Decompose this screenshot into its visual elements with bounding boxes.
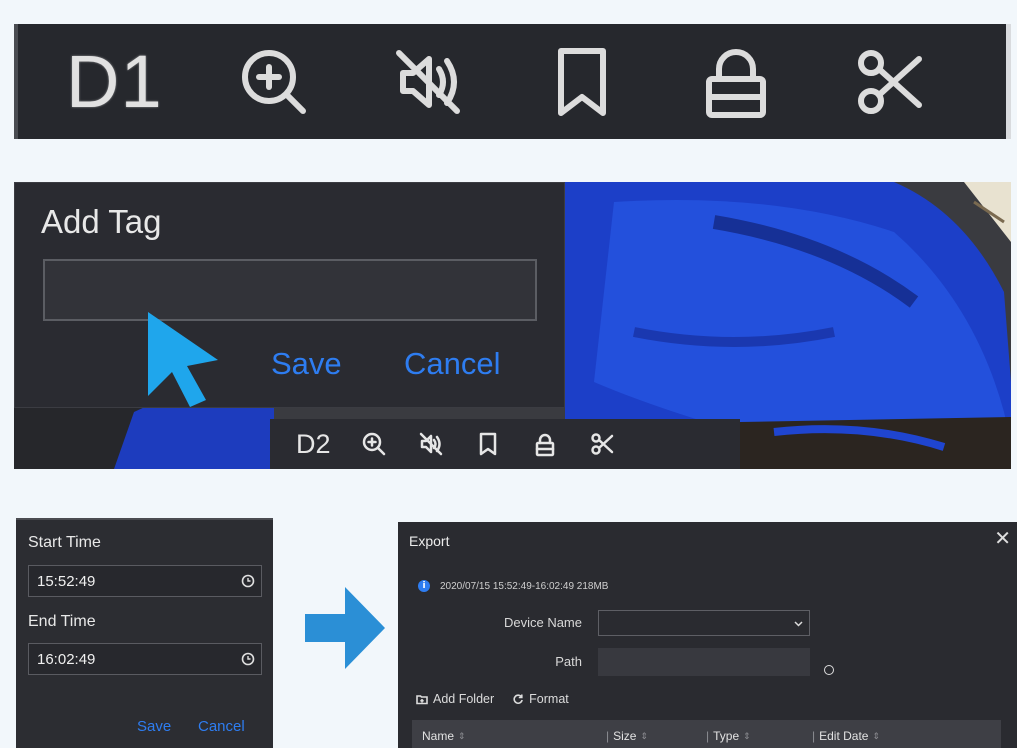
add-tag-panel: Add Tag Save Cancel D2: [14, 182, 1011, 469]
cancel-button[interactable]: Cancel: [198, 718, 245, 735]
column-header-size[interactable]: | Size ⇕: [606, 729, 648, 743]
audio-off-icon[interactable]: [385, 39, 471, 125]
start-time-label: Start Time: [28, 534, 101, 551]
add-folder-button[interactable]: Add Folder: [416, 692, 494, 706]
clock-icon[interactable]: [241, 574, 255, 588]
export-info-text: 2020/07/15 15:52:49-16:02:49 218MB: [440, 580, 609, 592]
pointer-cursor-icon: [148, 312, 218, 407]
playback-toolbar: D2: [270, 419, 740, 469]
tag-icon[interactable]: [474, 430, 502, 458]
tag-icon[interactable]: [539, 39, 625, 125]
audio-off-icon[interactable]: [417, 430, 445, 458]
tag-name-input[interactable]: [43, 259, 537, 321]
column-header-name[interactable]: Name ⇕: [422, 729, 466, 743]
column-header-type[interactable]: | Type ⇕: [706, 729, 751, 743]
end-time-label: End Time: [28, 613, 96, 630]
chevron-down-icon: [794, 621, 803, 627]
channel-label: D1: [66, 40, 163, 123]
save-button[interactable]: Save: [137, 718, 171, 735]
end-time-field[interactable]: 16:02:49: [28, 643, 262, 675]
format-label: Format: [529, 692, 569, 706]
time-range-panel: Start Time 15:52:49 End Time 16:02:49 Sa…: [16, 518, 273, 748]
zoom-in-icon[interactable]: [360, 430, 388, 458]
folder-add-icon: [416, 695, 428, 705]
refresh-icon: [513, 694, 524, 704]
add-tag-dialog: Add Tag Save Cancel: [14, 182, 565, 408]
clip-icon[interactable]: [588, 430, 616, 458]
folder-actions: Add Folder Format: [416, 692, 569, 706]
export-info: i 2020/07/15 15:52:49-16:02:49 218MB: [418, 580, 608, 592]
info-icon: i: [418, 580, 430, 592]
browse-radio-icon[interactable]: [824, 665, 834, 675]
lock-icon[interactable]: [531, 430, 559, 458]
device-name-select[interactable]: [598, 610, 810, 636]
start-time-field[interactable]: 15:52:49: [28, 565, 262, 597]
dialog-title: Add Tag: [41, 203, 162, 240]
file-table-header: Name ⇕ | Size ⇕ | Type ⇕ | Edit Date ⇕: [412, 720, 1001, 748]
clip-icon[interactable]: [847, 39, 933, 125]
add-folder-label: Add Folder: [433, 692, 495, 706]
right-arrow-icon: [305, 587, 385, 669]
end-time-value: 16:02:49: [37, 650, 96, 668]
path-input[interactable]: [598, 648, 810, 676]
zoom-in-icon[interactable]: [231, 39, 317, 125]
clock-icon[interactable]: [241, 652, 255, 666]
dialog-title: Export: [409, 533, 450, 549]
column-header-edit-date[interactable]: | Edit Date ⇕: [812, 729, 880, 743]
start-time-value: 15:52:49: [37, 572, 96, 590]
lock-icon[interactable]: [693, 39, 779, 125]
close-button[interactable]: ✕: [994, 528, 1011, 548]
channel-label: D2: [296, 428, 331, 459]
format-button[interactable]: Format: [512, 692, 569, 706]
panel-edge: [1006, 24, 1011, 139]
cancel-button[interactable]: Cancel: [404, 346, 501, 382]
device-name-label: Device Name: [503, 615, 582, 630]
save-button[interactable]: Save: [271, 346, 342, 382]
path-label: Path: [555, 654, 582, 669]
playback-toolbar-zoomed: D1: [14, 24, 1011, 139]
export-dialog: Export ✕ i 2020/07/15 15:52:49-16:02:49 …: [398, 522, 1017, 748]
